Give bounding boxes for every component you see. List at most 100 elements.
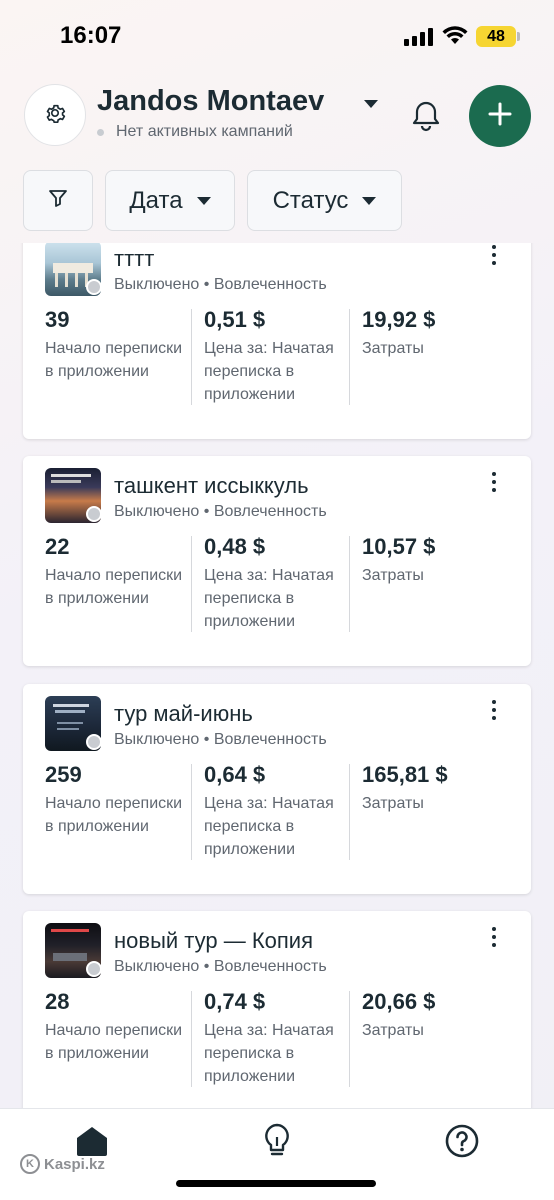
account-status-text: Нет активных кампаний	[116, 123, 293, 140]
campaign-name[interactable]: тур май-июнь	[114, 701, 253, 727]
campaign-meta: Выключено • Вовлеченность	[114, 958, 327, 976]
kaspi-logo-icon: K	[20, 1154, 40, 1174]
battery-tip	[517, 32, 520, 41]
cost-value: 0,48 $	[204, 534, 266, 559]
campaign-card[interactable]: тттт Выключено • Вовлеченность 39 Начало…	[23, 243, 531, 439]
campaign-status-badge	[86, 279, 102, 295]
metric-divider	[191, 991, 192, 1087]
nav-insights[interactable]	[257, 1123, 297, 1163]
campaign-list[interactable]: тттт Выключено • Вовлеченность 39 Начало…	[0, 243, 554, 1109]
results-value: 259	[45, 762, 82, 787]
spend-value: 20,66 $	[362, 989, 436, 1014]
meta-separator: •	[203, 503, 210, 520]
status-bar: 16:07 48	[0, 0, 554, 70]
account-name[interactable]: Jandos Montaev	[97, 85, 324, 118]
metric-results: 22 Начало переписки в приложении	[45, 534, 195, 610]
nav-help[interactable]	[442, 1123, 482, 1163]
gear-icon	[44, 102, 66, 129]
results-label: Начало переписки в приложении	[45, 567, 183, 607]
status-filter-label: Статус	[272, 186, 349, 214]
wifi-icon	[442, 25, 468, 50]
create-campaign-button[interactable]	[469, 85, 531, 147]
more-options-button[interactable]	[485, 925, 503, 949]
campaign-name[interactable]: новый тур — Копия	[114, 928, 313, 954]
spend-value: 19,92 $	[362, 307, 436, 332]
filter-button[interactable]	[23, 170, 93, 231]
campaign-meta: Выключено • Вовлеченность	[114, 731, 327, 749]
campaign-card[interactable]: новый тур — Копия Выключено • Вовлеченно…	[23, 911, 531, 1109]
campaign-card[interactable]: тур май-июнь Выключено • Вовлеченность 2…	[23, 684, 531, 894]
results-label: Начало переписки в приложении	[45, 1022, 183, 1062]
results-value: 28	[45, 989, 70, 1014]
meta-separator: •	[203, 958, 210, 975]
campaign-objective: Вовлеченность	[213, 276, 327, 293]
cost-label: Цена за: Начатая переписка в приложении	[204, 567, 334, 630]
battery-level: 48	[476, 26, 516, 47]
cost-label: Цена за: Начатая переписка в приложении	[204, 795, 334, 858]
lightbulb-icon	[262, 1123, 292, 1164]
metric-cost: 0,74 $ Цена за: Начатая переписка в прил…	[204, 989, 354, 1088]
account-status-dot	[97, 129, 104, 136]
watermark: K Kaspi.kz	[20, 1154, 105, 1174]
campaign-objective: Вовлеченность	[213, 958, 327, 975]
campaign-status-badge	[86, 506, 102, 522]
metric-results: 259 Начало переписки в приложении	[45, 762, 195, 838]
results-label: Начало переписки в приложении	[45, 340, 183, 380]
campaign-state: Выключено	[114, 503, 200, 520]
campaign-objective: Вовлеченность	[213, 503, 327, 520]
metric-divider	[349, 536, 350, 632]
help-icon	[444, 1123, 480, 1164]
status-filter-dropdown[interactable]: Статус	[247, 170, 402, 231]
home-indicator[interactable]	[176, 1180, 376, 1187]
results-value: 22	[45, 534, 70, 559]
cellular-signal-icon	[404, 28, 434, 46]
notifications-button[interactable]	[406, 98, 446, 138]
spend-label: Затраты	[362, 567, 424, 584]
metric-spend: 165,81 $ Затраты	[362, 762, 512, 815]
status-time: 16:07	[60, 22, 122, 49]
campaign-state: Выключено	[114, 958, 200, 975]
metric-results: 28 Начало переписки в приложении	[45, 989, 195, 1065]
date-filter-label: Дата	[129, 186, 183, 214]
spend-label: Затраты	[362, 795, 424, 812]
campaign-name[interactable]: ташкент иссыккуль	[114, 473, 309, 499]
metric-divider	[191, 764, 192, 860]
metric-cost: 0,51 $ Цена за: Начатая переписка в прил…	[204, 307, 354, 406]
results-value: 39	[45, 307, 70, 332]
meta-separator: •	[203, 276, 210, 293]
bell-icon	[412, 100, 440, 137]
more-options-button[interactable]	[485, 243, 503, 267]
metric-divider	[349, 764, 350, 860]
more-options-button[interactable]	[485, 470, 503, 494]
settings-button[interactable]	[24, 84, 86, 146]
more-options-button[interactable]	[485, 698, 503, 722]
cost-value: 0,64 $	[204, 762, 266, 787]
cost-value: 0,51 $	[204, 307, 266, 332]
filter-icon	[48, 187, 68, 215]
date-filter-dropdown[interactable]: Дата	[105, 170, 235, 231]
campaign-card[interactable]: ташкент иссыккуль Выключено • Вовлеченно…	[23, 456, 531, 666]
campaign-name[interactable]: тттт	[114, 246, 154, 272]
metric-spend: 20,66 $ Затраты	[362, 989, 512, 1042]
campaign-state: Выключено	[114, 276, 200, 293]
cost-value: 0,74 $	[204, 989, 266, 1014]
metric-divider	[349, 991, 350, 1087]
spend-value: 165,81 $	[362, 762, 448, 787]
chevron-down-icon	[196, 196, 211, 205]
spend-label: Затраты	[362, 340, 424, 357]
spend-value: 10,57 $	[362, 534, 436, 559]
metric-divider	[191, 536, 192, 632]
campaign-status-badge	[86, 961, 102, 977]
campaign-status-badge	[86, 734, 102, 750]
results-label: Начало переписки в приложении	[45, 795, 183, 835]
spend-label: Затраты	[362, 1022, 424, 1039]
account-dropdown-caret-icon[interactable]	[364, 100, 378, 108]
metric-spend: 19,92 $ Затраты	[362, 307, 512, 360]
metric-results: 39 Начало переписки в приложении	[45, 307, 195, 383]
watermark-text: Kaspi.kz	[44, 1155, 105, 1173]
chevron-down-icon	[362, 196, 377, 205]
metric-cost: 0,64 $ Цена за: Начатая переписка в прил…	[204, 762, 354, 861]
cost-label: Цена за: Начатая переписка в приложении	[204, 340, 334, 403]
campaign-objective: Вовлеченность	[213, 731, 327, 748]
metric-divider	[349, 309, 350, 405]
